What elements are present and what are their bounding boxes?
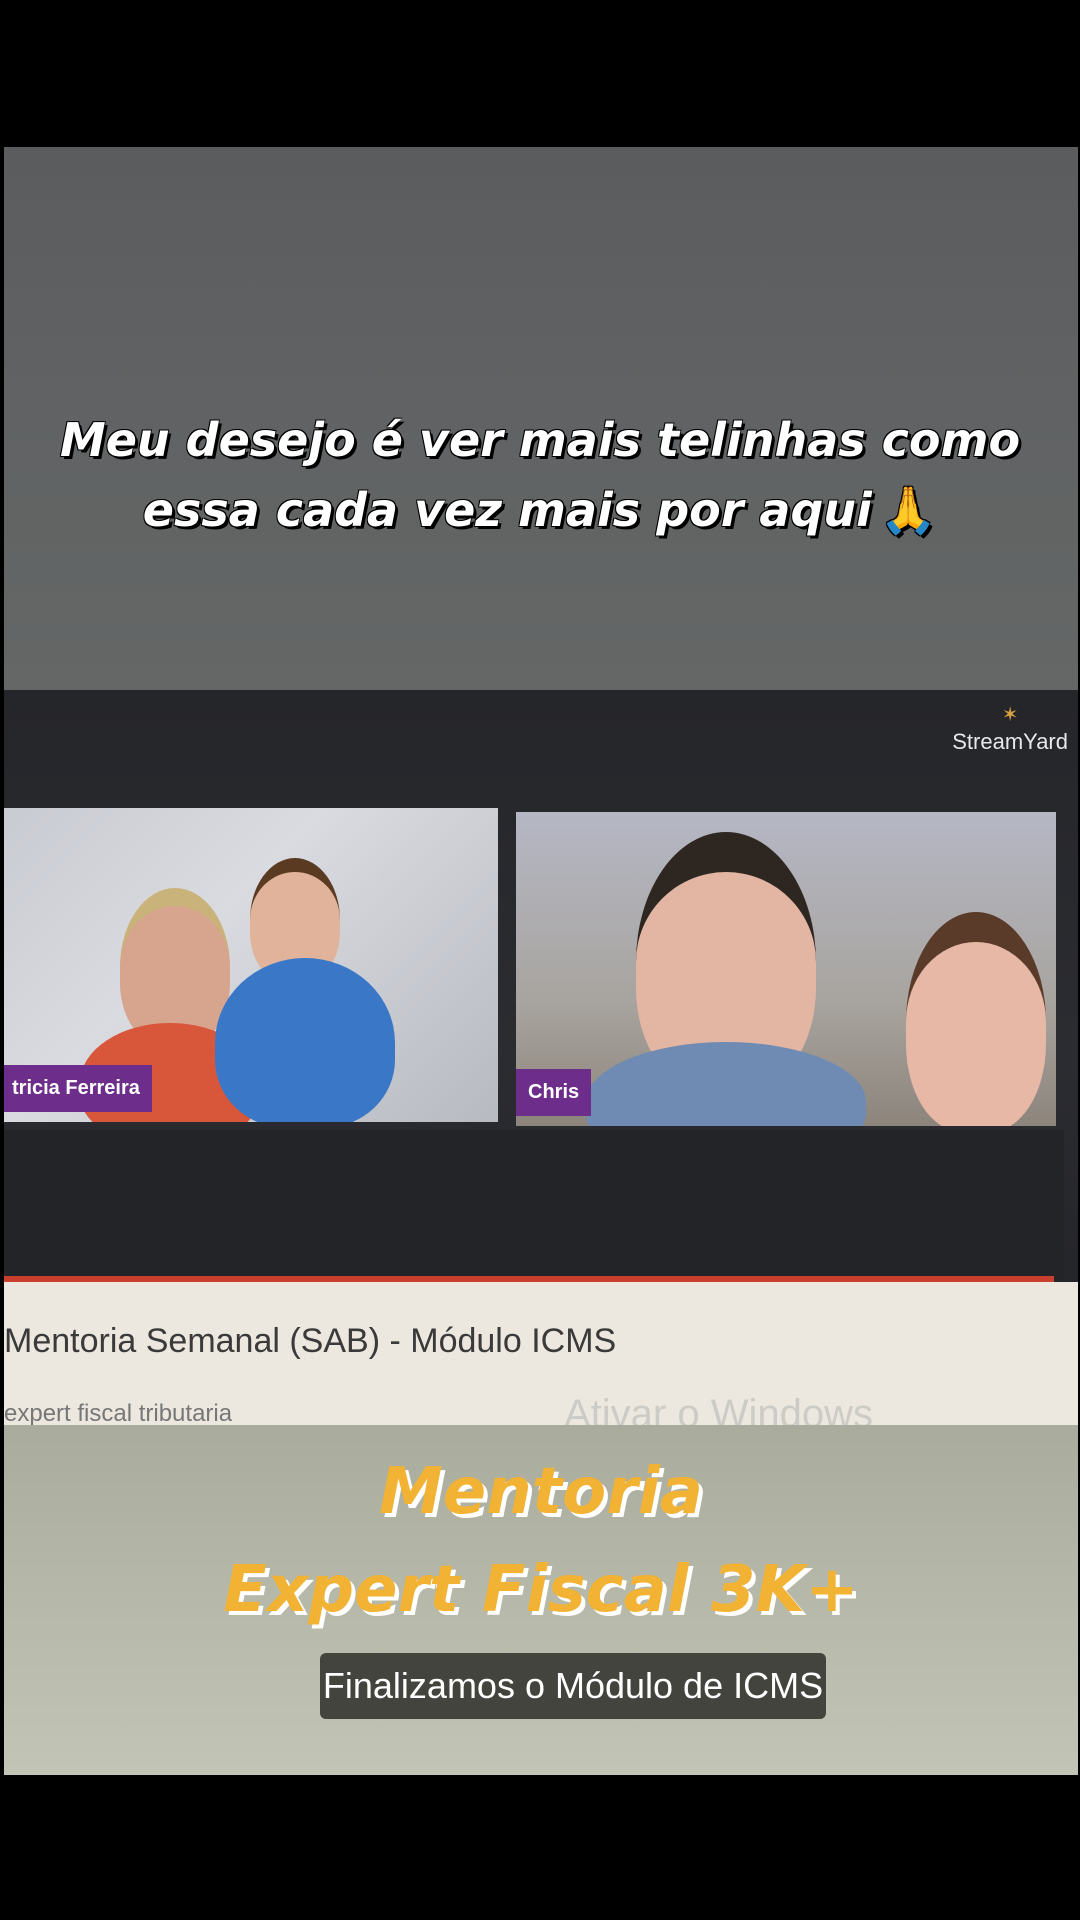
- subtitle-banner: Finalizamos o Módulo de ICMS: [320, 1653, 826, 1719]
- story-caption: Meu desejo é ver mais telinhas como essa…: [30, 405, 1050, 545]
- participant-tile-right: Chris: [516, 812, 1056, 1126]
- streamyard-mark-icon: ✶: [1001, 704, 1019, 726]
- video-page-area: Mentoria Semanal (SAB) - Módulo ICMS exp…: [4, 1282, 1078, 1425]
- participant-name-tag-chris: Chris: [516, 1069, 592, 1116]
- story-frame: Meu desejo é ver mais telinhas como essa…: [0, 0, 1080, 1920]
- video-photo: ✶ StreamYard tricia Ferreira Chris Mento…: [4, 690, 1078, 1425]
- streamyard-logo: ✶ StreamYard: [952, 702, 1068, 755]
- person-child-right: [906, 912, 1046, 1126]
- promo-band: Mentoria Expert Fiscal 3K+ Finalizamos o…: [4, 1425, 1078, 1775]
- participant-tile-left: tricia Ferreira: [4, 808, 498, 1122]
- stream-dark-area: [4, 1130, 1064, 1280]
- caption-line-1: Meu desejo é ver mais telinhas como: [59, 413, 1021, 467]
- video-title: Mentoria Semanal (SAB) - Módulo ICMS: [4, 1322, 617, 1360]
- caption-line-2-text: essa cada vez mais por aqui: [142, 483, 872, 537]
- promo-title-line-2: Expert Fiscal 3K+: [223, 1553, 859, 1627]
- channel-name: expert fiscal tributaria: [4, 1400, 233, 1425]
- person-body-right: [586, 1042, 866, 1126]
- promo-title-line-1: Mentoria: [379, 1455, 703, 1529]
- caption-line-2: essa cada vez mais por aqui 🙏: [30, 475, 1050, 545]
- praying-hands-icon: 🙏: [879, 483, 938, 537]
- windows-activation-watermark: Ativar o Windows: [564, 1392, 873, 1425]
- participant-name-tag: tricia Ferreira: [4, 1065, 152, 1112]
- person-child-shirt: [215, 958, 395, 1122]
- streamyard-logo-text: StreamYard: [952, 729, 1068, 754]
